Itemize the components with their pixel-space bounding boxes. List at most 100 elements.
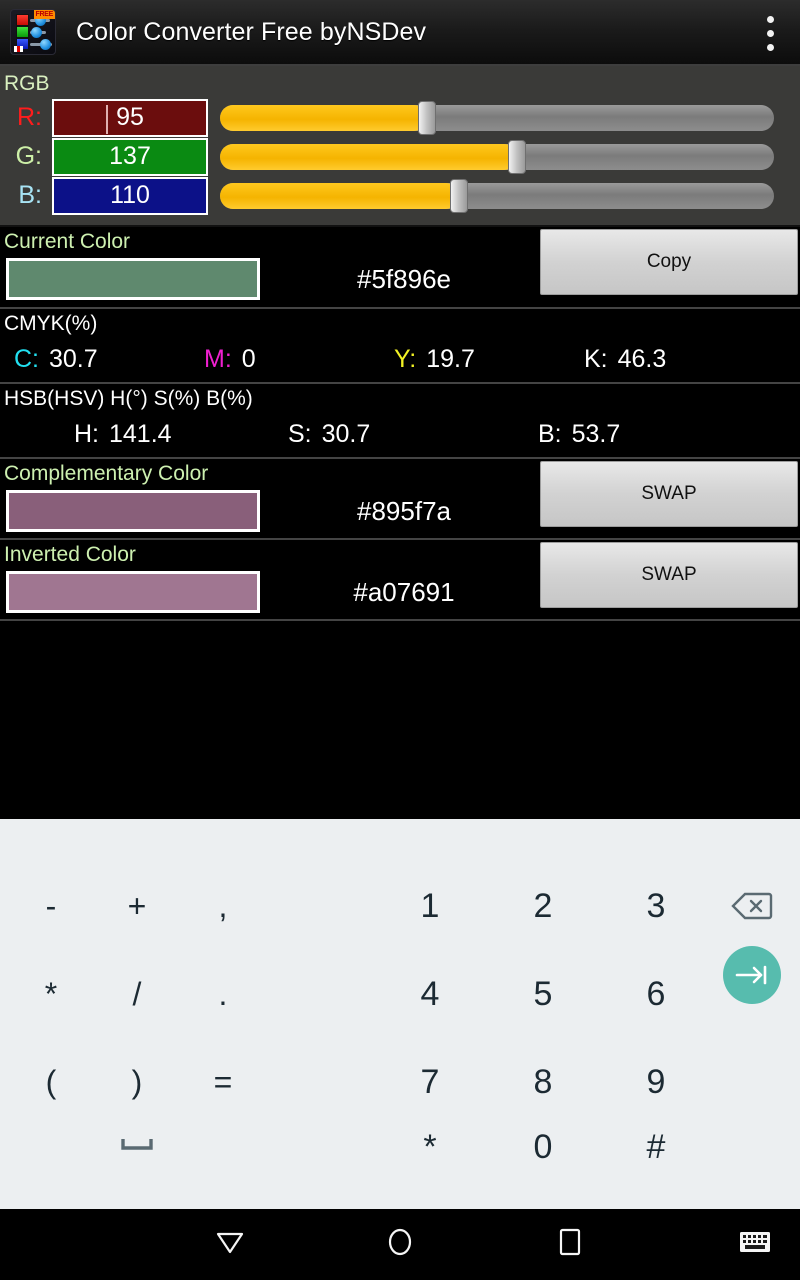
red-input-value: 95 [116, 103, 144, 131]
key-hash[interactable]: # [621, 1122, 691, 1172]
cmyk-values: C: 30.7 M: 0 Y: 19.7 K: 46.3 [0, 337, 800, 381]
key-equals[interactable]: = [190, 1057, 256, 1107]
dot [766, 29, 774, 37]
red-input[interactable]: 95 [52, 98, 208, 137]
current-color-section: Current Color #5f896e Copy [0, 227, 800, 309]
back-icon[interactable] [185, 1209, 275, 1275]
dot [766, 43, 774, 51]
cmyk-y-key: Y: [394, 344, 417, 373]
system-nav-bar [0, 1209, 800, 1275]
hsb-section: HSB(HSV) H(°) S(%) B(%) H: 141.4 S: 30.7… [0, 384, 800, 459]
rgb-label-blue: B: [18, 181, 42, 209]
cmyk-y-value: 19.7 [426, 344, 475, 373]
inverted-color-section: Inverted Color #a07691 SWAP [0, 540, 800, 621]
cmyk-k-value: 46.3 [617, 344, 667, 373]
key-paren-close[interactable]: ) [104, 1057, 170, 1107]
rgb-row-green: G: 137 [0, 137, 800, 176]
hsb-s-value: 30.7 [321, 419, 371, 448]
slider-thumb[interactable] [508, 139, 527, 174]
blue-input-value: 110 [110, 181, 150, 209]
cmyk-c: C: 30.7 [14, 345, 204, 374]
blue-input[interactable]: 110 [52, 176, 208, 215]
key-4[interactable]: 4 [395, 969, 465, 1019]
key-comma[interactable]: , [190, 881, 256, 931]
key-asterisk[interactable]: * [395, 1122, 465, 1172]
overflow-menu-button[interactable] [740, 0, 800, 66]
complementary-color-swatch [6, 490, 260, 532]
current-color-hex: #5f896e [357, 263, 451, 294]
hsb-h: H: 141.4 [74, 420, 288, 449]
hsb-b-key: B: [538, 419, 562, 448]
cmyk-c-key: C: [14, 344, 39, 373]
complementary-color-hex: #895f7a [357, 495, 451, 526]
cmyk-c-value: 30.7 [49, 344, 98, 373]
key-minus[interactable]: - [18, 881, 84, 931]
inverted-color-swatch [6, 571, 260, 613]
key-plus[interactable]: + [104, 881, 170, 931]
green-input[interactable]: 137 [52, 137, 208, 176]
key-asterisk-left[interactable]: * [18, 969, 84, 1019]
slider-thumb[interactable] [449, 178, 468, 213]
home-icon[interactable] [355, 1209, 445, 1275]
cmyk-m-value: 0 [241, 344, 256, 373]
hsb-header: HSB(HSV) H(°) S(%) B(%) [4, 387, 253, 410]
key-2[interactable]: 2 [508, 881, 578, 931]
inverted-color-hex: #a07691 [353, 576, 455, 607]
complementary-swap-button[interactable]: SWAP [540, 461, 798, 527]
slider-fill [220, 182, 459, 209]
rgb-label-green: G: [15, 142, 42, 170]
red-slider[interactable] [220, 100, 774, 135]
hsb-b-value: 53.7 [571, 419, 621, 448]
cmyk-k-key: K: [584, 344, 608, 373]
keyboard-toggle-icon[interactable] [720, 1209, 790, 1275]
backspace-icon[interactable] [718, 881, 786, 931]
rgb-row-blue: B: 110 [0, 176, 800, 215]
rgb-section-header: RGB [4, 72, 50, 95]
dot [766, 15, 774, 23]
slider-fill [220, 104, 427, 131]
copy-button[interactable]: Copy [540, 229, 798, 295]
inverted-swap-button[interactable]: SWAP [540, 542, 798, 608]
cmyk-m-key: M: [204, 344, 232, 373]
title-bar: FREE Color Converter Free byNSDev [0, 0, 800, 66]
cmyk-m: M: 0 [204, 345, 394, 374]
numeric-keyboard: - + , * / . ( ) = 1 2 3 4 5 6 7 8 9 * 0 … [0, 819, 800, 1209]
key-6[interactable]: 6 [621, 969, 691, 1019]
slider-thumb[interactable] [417, 100, 436, 135]
hsb-s-key: S: [288, 419, 312, 448]
current-color-swatch [6, 258, 260, 300]
key-1[interactable]: 1 [395, 881, 465, 931]
hsb-h-key: H: [74, 419, 99, 448]
rgb-row-red: R: 95 [0, 98, 800, 137]
cmyk-k: K: 46.3 [584, 345, 666, 374]
key-paren-open[interactable]: ( [18, 1057, 84, 1107]
cmyk-section: CMYK(%) C: 30.7 M: 0 Y: 19.7 K: 46.3 [0, 309, 800, 384]
blue-slider[interactable] [220, 178, 774, 213]
key-8[interactable]: 8 [508, 1057, 578, 1107]
hsb-s: S: 30.7 [288, 420, 538, 449]
empty-content-area [0, 621, 800, 819]
key-3[interactable]: 3 [621, 881, 691, 931]
recents-icon[interactable] [525, 1209, 615, 1275]
complementary-color-section: Complementary Color #895f7a SWAP [0, 459, 800, 540]
key-9[interactable]: 9 [621, 1057, 691, 1107]
hsb-h-value: 141.4 [109, 419, 172, 448]
green-slider[interactable] [220, 139, 774, 174]
cmyk-y: Y: 19.7 [394, 345, 584, 374]
key-slash[interactable]: / [104, 969, 170, 1019]
green-input-value: 137 [109, 142, 151, 170]
free-badge: FREE [33, 10, 55, 19]
key-5[interactable]: 5 [508, 969, 578, 1019]
key-space[interactable] [104, 1119, 170, 1169]
key-7[interactable]: 7 [395, 1057, 465, 1107]
cmyk-header: CMYK(%) [4, 312, 98, 335]
rgb-label-red: R: [17, 103, 42, 131]
hsb-b: B: 53.7 [538, 420, 620, 449]
app-logo-icon: FREE [10, 9, 56, 55]
page-title: Color Converter Free byNSDev [76, 17, 427, 46]
key-period[interactable]: . [190, 969, 256, 1019]
space-icon [121, 1139, 153, 1150]
tab-next-icon[interactable] [723, 946, 781, 1004]
slider-fill [220, 143, 518, 170]
key-0[interactable]: 0 [508, 1122, 578, 1172]
